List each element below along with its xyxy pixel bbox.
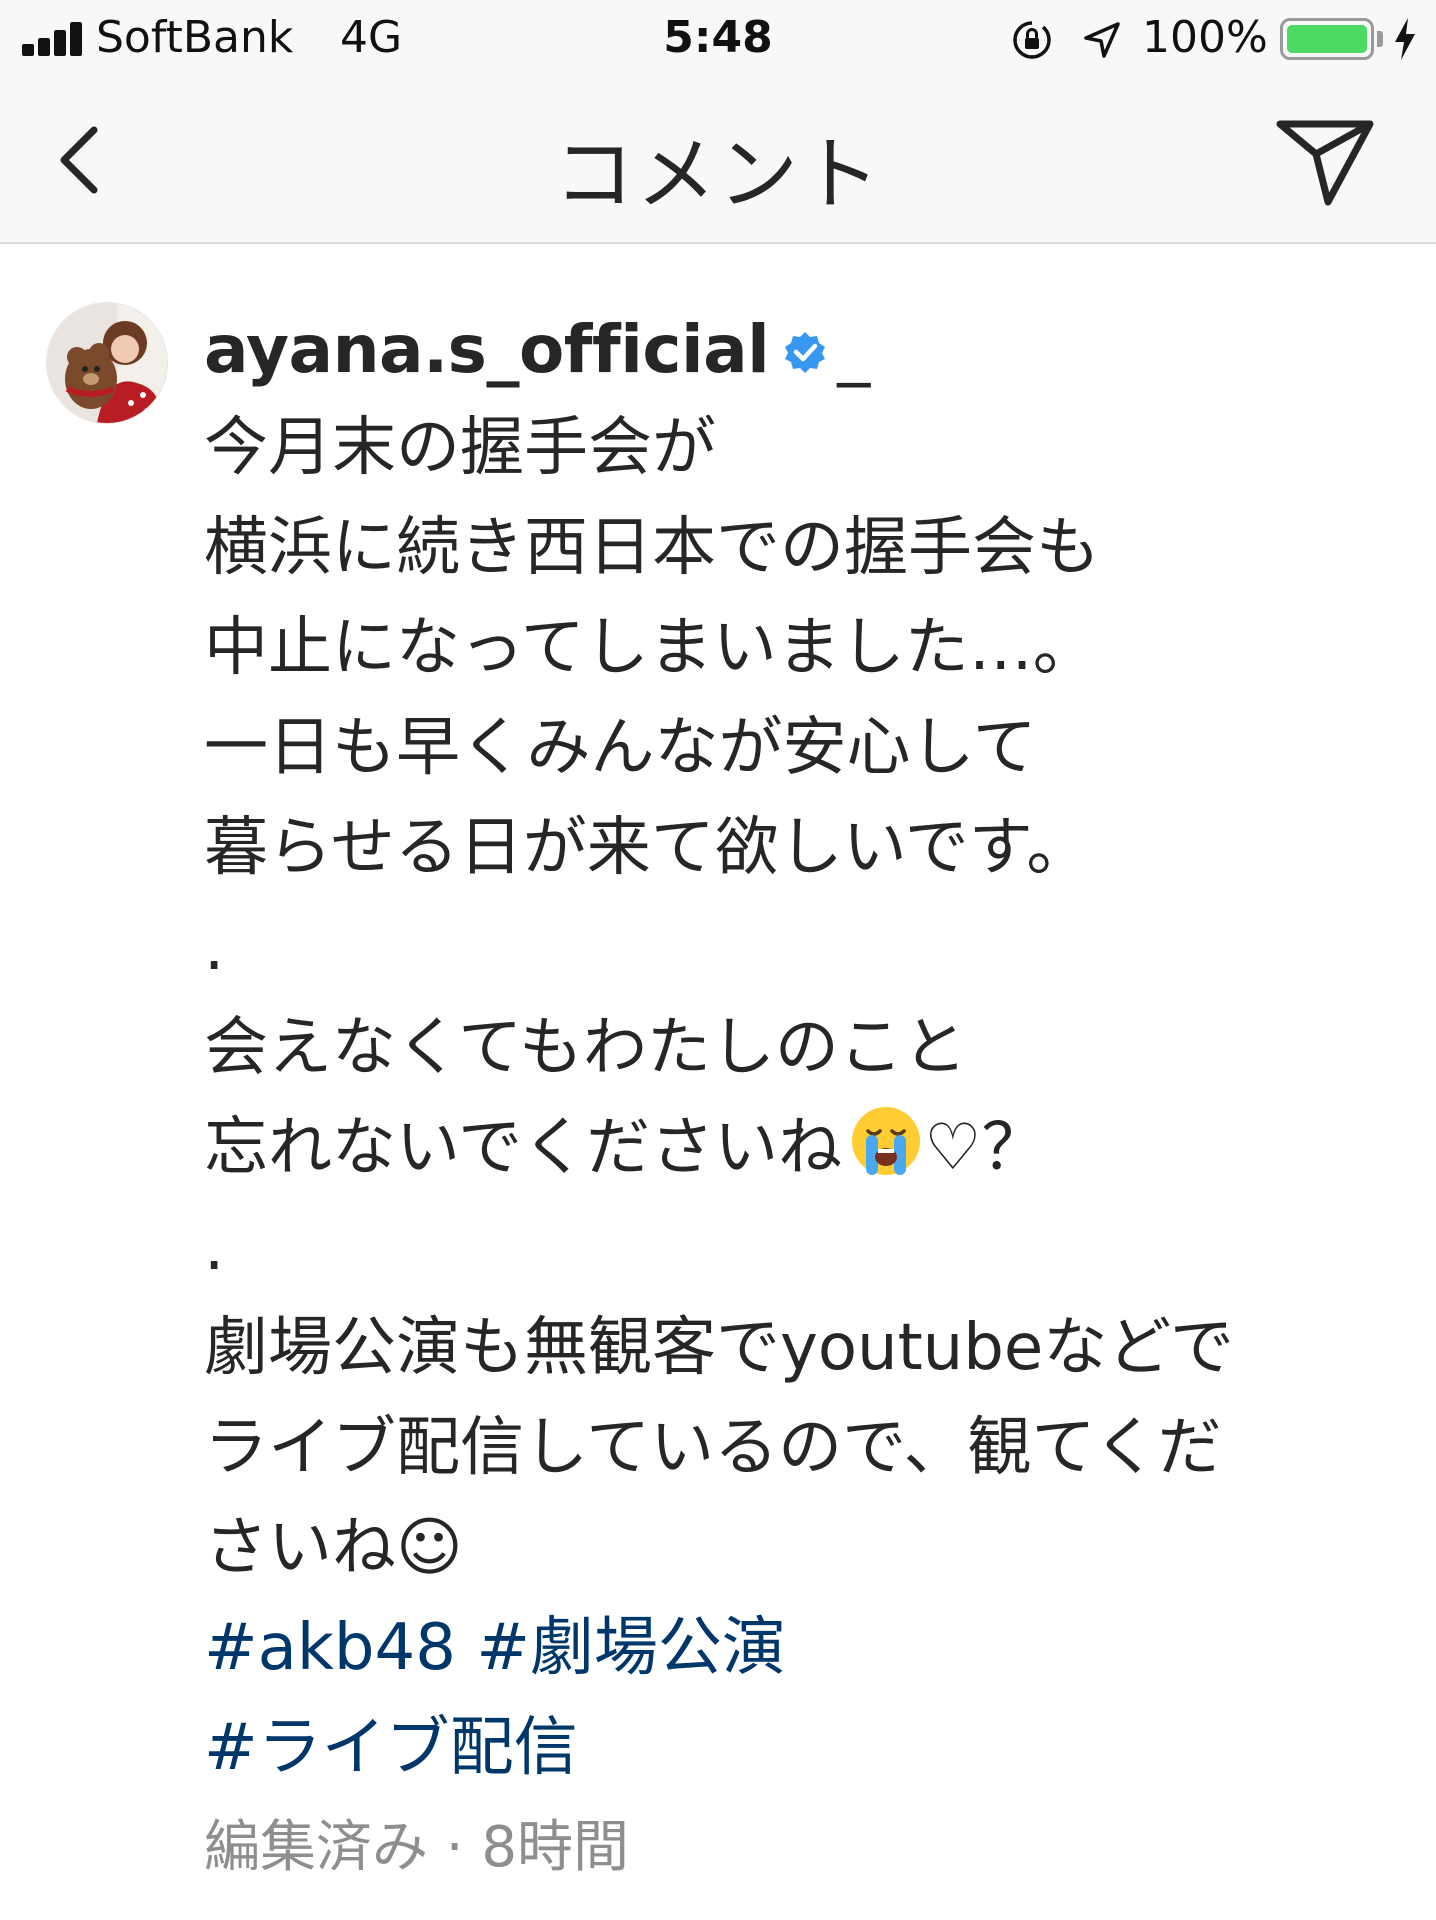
- hashtag-akb48[interactable]: #akb48: [204, 1611, 456, 1685]
- page-title: コメント: [554, 128, 882, 221]
- post-caption: ayana.s_official _ 今月末の握手会が 横浜に続き西日本での握手…: [204, 302, 1404, 1898]
- battery-icon: [1280, 18, 1374, 60]
- avatar[interactable]: [46, 302, 168, 424]
- caption-line: ライブ配信しているので、観てくだ: [204, 1411, 1222, 1485]
- caption-prefix: _: [837, 311, 871, 388]
- share-button[interactable]: [1270, 110, 1380, 210]
- caption-line: さいね☺︎: [204, 1511, 463, 1585]
- paper-plane-icon: [1276, 120, 1374, 206]
- caption-text: 忘れないでくださいね: [204, 1111, 843, 1185]
- caption-line: 会えなくてもわたしのこと: [204, 1011, 967, 1085]
- author-line: ayana.s_official _: [204, 302, 1404, 398]
- caption-separator-dot: .: [204, 1211, 225, 1285]
- hashtag-line: #ライブ配信: [204, 1698, 1404, 1798]
- caption-line: 暮らせる日が来て欲しいです。: [204, 811, 1091, 885]
- hashtag-live-haishin[interactable]: #ライブ配信: [204, 1711, 578, 1785]
- avatar-photo: [47, 303, 167, 423]
- caption-line: 一日も早くみんなが安心して: [204, 711, 1037, 785]
- caption-line: 中止になってしまいました…。: [204, 611, 1097, 685]
- caption-separator-dot: .: [204, 911, 225, 985]
- battery-cap: [1377, 31, 1383, 47]
- navigation-bar: コメント: [0, 80, 1436, 244]
- charging-bolt-icon: [1395, 18, 1415, 60]
- location-arrow-icon: [1084, 22, 1120, 58]
- caption-line: 劇場公演も無観客でyoutubeなどで: [204, 1311, 1234, 1385]
- caption-line: 横浜に続き西日本での握手会も: [204, 511, 1100, 585]
- caption-text: ♡？: [924, 1111, 1046, 1185]
- hashtag-gekijo-koen[interactable]: #劇場公演: [476, 1611, 786, 1685]
- battery-percent: 100%: [1142, 12, 1268, 63]
- hashtag-line: #akb48 #劇場公演: [204, 1598, 1404, 1698]
- crying-face-emoji: [852, 1107, 921, 1175]
- post-meta: 編集済み · 8時間: [204, 1815, 630, 1880]
- caption-line: 今月末の握手会が: [204, 411, 716, 485]
- caption-line-with-emoji: 忘れないでくださいね ♡？: [204, 1098, 1404, 1198]
- verified-badge-icon: [785, 332, 826, 373]
- orientation-lock-icon: [1013, 21, 1051, 59]
- username-link[interactable]: ayana.s_official: [204, 302, 770, 398]
- battery-level: [1287, 25, 1367, 53]
- status-bar: SoftBank 4G 5:48 100%: [0, 0, 1436, 80]
